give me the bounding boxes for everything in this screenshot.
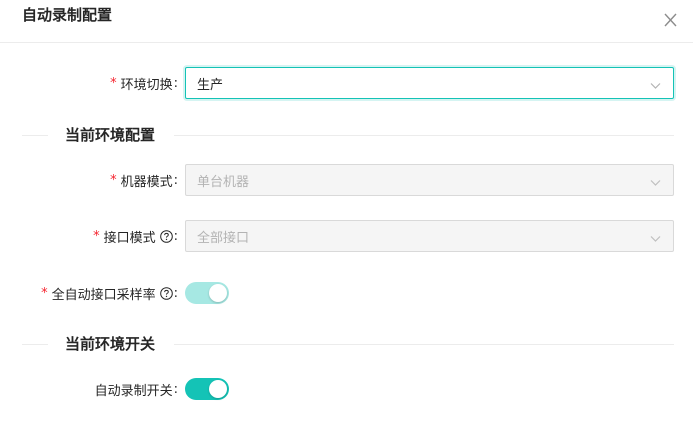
section-current-switch: 当前环境开关 [22, 334, 674, 354]
label-colon: : [173, 381, 178, 397]
auto-record-config-dialog: 自动录制配置 * 环境切换 : 生产 当前环境配置 * 机器模式: 单台机器 … [0, 0, 693, 423]
machine-mode-label-text: 机器模式 [120, 174, 173, 190]
sampling-rate-label-text: 全自动接口采样率 [51, 287, 156, 303]
label-colon: : [173, 75, 178, 91]
auto-record-label-text: 自动录制开关 [94, 383, 173, 399]
env-row: * 环境切换 : 生产 [0, 67, 693, 99]
label-colon: : [173, 172, 178, 188]
env-label: * 环境切换 : [110, 67, 178, 99]
question-circle-icon[interactable] [159, 229, 173, 243]
dialog-header: 自动录制配置 [0, 0, 693, 43]
auto-record-switch[interactable] [185, 378, 229, 400]
auto-record-label: 自动录制开关 : [95, 373, 178, 405]
interface-mode-label: * 接口模式 : [93, 220, 178, 252]
section-title: 当前环境配置 [65, 126, 156, 144]
sampling-rate-switch[interactable] [185, 282, 229, 304]
sampling-rate-label: * 全自动接口采样率 : [41, 277, 178, 309]
section-title: 当前环境开关 [65, 335, 156, 353]
label-colon: : [173, 285, 178, 301]
section-divider [22, 344, 48, 345]
close-icon [663, 12, 677, 27]
machine-mode-select-value: 单台机器 [197, 174, 250, 190]
section-divider [22, 135, 48, 136]
chevron-down-icon [650, 176, 661, 186]
required-mark: * [93, 228, 100, 244]
interface-mode-select-value: 全部接口 [197, 230, 250, 246]
auto-record-row: 自动录制开关 : [0, 373, 693, 405]
interface-mode-select[interactable]: 全部接口 [185, 220, 674, 252]
section-divider [174, 344, 674, 345]
label-colon: : [173, 228, 178, 244]
dialog-title: 自动录制配置 [22, 6, 113, 24]
sampling-rate-row: * 全自动接口采样率 : [0, 277, 693, 309]
required-mark: * [110, 172, 117, 188]
section-current-config: 当前环境配置 [22, 125, 674, 145]
chevron-down-icon [650, 79, 661, 89]
required-mark: * [41, 285, 48, 301]
machine-mode-label: * 机器模式 : [110, 164, 178, 196]
interface-mode-label-text: 接口模式 [103, 230, 156, 246]
env-label-text: 环境切换 [120, 77, 173, 93]
chevron-down-icon [650, 232, 661, 242]
switch-knob [209, 380, 227, 398]
required-mark: * [110, 75, 117, 91]
close-button[interactable] [660, 8, 680, 30]
question-circle-icon[interactable] [159, 286, 173, 300]
machine-mode-row: * 机器模式 : 单台机器 [0, 164, 693, 196]
machine-mode-select[interactable]: 单台机器 [185, 164, 674, 196]
interface-mode-row: * 接口模式 : 全部接口 [0, 220, 693, 252]
section-divider [174, 135, 674, 136]
env-select[interactable]: 生产 [185, 67, 674, 99]
env-select-value: 生产 [197, 77, 224, 93]
switch-knob [209, 284, 227, 302]
